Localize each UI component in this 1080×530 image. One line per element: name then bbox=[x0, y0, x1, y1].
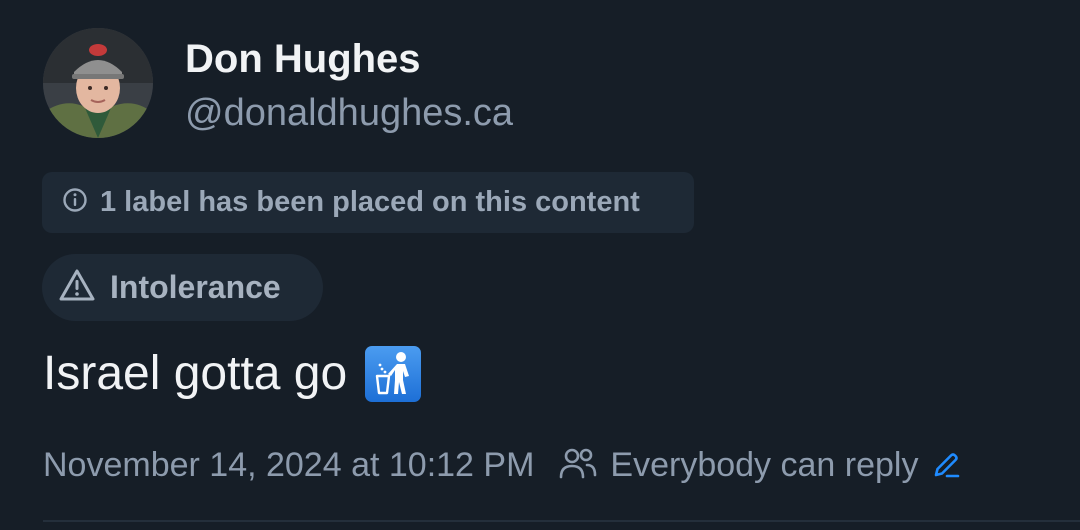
put-litter-in-its-place-emoji bbox=[365, 346, 422, 402]
user-avatar-image bbox=[43, 28, 153, 138]
post-timestamp[interactable]: November 14, 2024 at 10:12 PM bbox=[43, 446, 534, 485]
warning-triangle-icon bbox=[58, 268, 96, 307]
post-body: Israel gotta go bbox=[43, 344, 422, 404]
label-chip-text: Intolerance bbox=[110, 269, 281, 305]
author-handle[interactable]: @donaldhughes.ca bbox=[185, 91, 513, 135]
info-circle-icon bbox=[62, 187, 88, 218]
post-meta: November 14, 2024 at 10:12 PM Everybody … bbox=[43, 440, 962, 490]
content-label-notice[interactable]: 1 label has been placed on this content bbox=[42, 172, 694, 233]
author-name[interactable]: Don Hughes bbox=[185, 36, 421, 82]
reply-setting[interactable]: Everybody can reply bbox=[558, 446, 962, 485]
post-text: Israel gotta go bbox=[43, 347, 348, 400]
pencil-icon[interactable] bbox=[930, 449, 962, 481]
avatar[interactable] bbox=[43, 28, 153, 138]
intolerance-label-chip[interactable]: Intolerance bbox=[42, 254, 323, 321]
divider bbox=[43, 520, 1080, 522]
reply-setting-text: Everybody can reply bbox=[610, 445, 919, 484]
label-notice-text: 1 label has been placed on this content bbox=[100, 186, 640, 218]
people-icon bbox=[558, 446, 598, 485]
post-container: Don Hughes @donaldhughes.ca 1 label has … bbox=[0, 0, 1080, 530]
